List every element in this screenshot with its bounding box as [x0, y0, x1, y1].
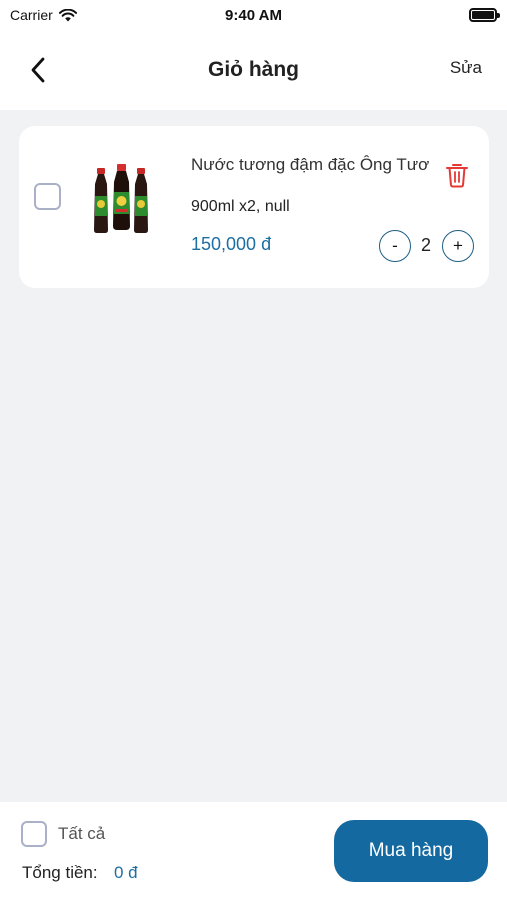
cart-item: Nước tương đậm đặc Ông Tươ 900ml x2, nul… — [19, 126, 489, 288]
wifi-icon — [58, 8, 77, 21]
total-value: 0 đ — [114, 863, 138, 882]
edit-button[interactable]: Sửa — [450, 58, 482, 78]
product-price: 150,000 đ — [191, 234, 272, 254]
status-bar: Carrier 9:40 AM — [0, 0, 507, 30]
nav-header: Giỏ hàng Sửa — [0, 30, 507, 110]
product-image — [94, 164, 148, 233]
chevron-left-icon — [31, 57, 45, 83]
delete-button[interactable] — [445, 162, 469, 188]
quantity-value: 2 — [420, 235, 431, 255]
product-name: Nước tương đậm đặc Ông Tươ — [191, 155, 430, 174]
item-checkbox[interactable] — [34, 183, 61, 210]
page-title: Giỏ hàng — [208, 58, 299, 81]
battery-icon — [469, 8, 500, 22]
status-left: Carrier — [10, 7, 77, 23]
select-all-checkbox[interactable] — [21, 821, 47, 847]
quantity-decrease-button[interactable]: - — [379, 230, 411, 262]
trash-icon — [446, 164, 468, 188]
buy-button[interactable]: Mua hàng — [334, 820, 488, 882]
product-variant: 900ml x2, null — [191, 198, 290, 215]
quantity-increase-button[interactable]: + — [442, 230, 474, 262]
checkout-footer: Tất cả Tổng tiền: 0 đ Mua hàng — [0, 802, 507, 900]
select-all-label: Tất cả — [58, 824, 106, 843]
back-button[interactable] — [22, 54, 54, 86]
carrier-label: Carrier — [10, 7, 53, 23]
total-label: Tổng tiền: — [22, 863, 98, 882]
